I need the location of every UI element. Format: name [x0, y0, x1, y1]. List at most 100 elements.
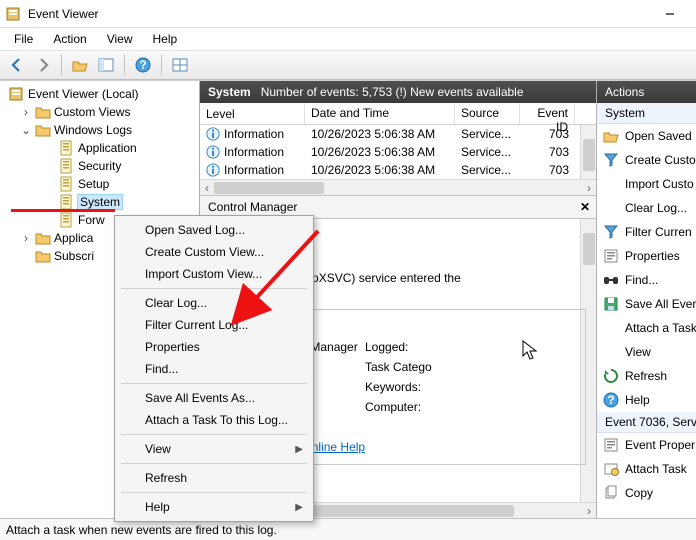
grid-row[interactable]: Information 10/26/2023 5:06:38 AM Servic…: [200, 125, 596, 143]
info-icon: [206, 127, 220, 141]
event-count: Number of events: 5,753 (!) New events a…: [261, 85, 524, 99]
log-icon: [59, 176, 75, 192]
tree-security[interactable]: Security: [2, 157, 197, 175]
help-button[interactable]: [132, 54, 154, 76]
col-source[interactable]: Source: [455, 103, 520, 124]
log-icon: [59, 140, 75, 156]
expand-icon[interactable]: ›: [20, 105, 32, 119]
actions-section-system: System: [597, 103, 696, 124]
statusbar: Attach a task when new events are fired …: [0, 518, 696, 540]
menu-help[interactable]: Help: [143, 30, 188, 48]
annotation-underline: [11, 209, 115, 212]
tree-setup[interactable]: Setup: [2, 175, 197, 193]
ctx-save-all[interactable]: Save All Events As...: [117, 387, 311, 409]
action-attach-task[interactable]: Attach a Task: [597, 316, 696, 340]
menu-view[interactable]: View: [97, 30, 143, 48]
actions-title: Actions: [597, 81, 696, 103]
ctx-clear-log[interactable]: Clear Log...: [117, 292, 311, 314]
help-icon: [603, 392, 619, 408]
grid-row[interactable]: Information 10/26/2023 5:06:38 AM Servic…: [200, 143, 596, 161]
action-refresh[interactable]: Refresh: [597, 364, 696, 388]
info-icon: [206, 145, 220, 159]
chevron-right-icon: ▶: [295, 444, 303, 455]
status-text: Attach a task when new events are fired …: [6, 523, 277, 537]
open-button[interactable]: [69, 54, 91, 76]
action-save-all[interactable]: Save All Ever: [597, 292, 696, 316]
menubar: File Action View Help: [0, 28, 696, 50]
actions-section-event: Event 7036, Servic: [597, 412, 696, 433]
folder-icon: [35, 104, 51, 120]
expand-icon[interactable]: ›: [20, 231, 32, 245]
action-event-copy[interactable]: Copy: [597, 481, 696, 505]
tree-custom-views[interactable]: › Custom Views: [2, 103, 197, 121]
log-icon: [59, 194, 75, 210]
action-find[interactable]: Find...: [597, 268, 696, 292]
tree-application[interactable]: Application: [2, 139, 197, 157]
ctx-refresh[interactable]: Refresh: [117, 467, 311, 489]
tree-root[interactable]: Event Viewer (Local): [2, 85, 197, 103]
grid-row[interactable]: Information 10/26/2023 5:06:38 AM Servic…: [200, 161, 596, 179]
action-import-custom[interactable]: Import Custo: [597, 172, 696, 196]
action-help[interactable]: Help: [597, 388, 696, 412]
eventviewer-icon: [9, 86, 25, 102]
save-icon: [603, 296, 619, 312]
action-event-properties[interactable]: Event Proper: [597, 433, 696, 457]
close-detail-button[interactable]: ✕: [580, 200, 590, 214]
action-create-custom[interactable]: Create Custo: [597, 148, 696, 172]
action-properties[interactable]: Properties: [597, 244, 696, 268]
funnel-icon: [603, 152, 619, 168]
ctx-help[interactable]: Help▶: [117, 496, 311, 518]
ctx-view[interactable]: View▶: [117, 438, 311, 460]
window-title: Event Viewer: [28, 7, 98, 21]
ctx-create-custom[interactable]: Create Custom View...: [117, 241, 311, 263]
action-open-saved[interactable]: Open Saved: [597, 124, 696, 148]
folder-icon: [35, 122, 51, 138]
chevron-right-icon: ▶: [295, 502, 303, 513]
app-icon: [6, 6, 22, 22]
properties-icon: [603, 437, 619, 453]
collapse-icon[interactable]: ⌄: [20, 123, 32, 137]
action-filter-log[interactable]: Filter Curren: [597, 220, 696, 244]
ctx-filter-log[interactable]: Filter Current Log...: [117, 314, 311, 336]
center-header: System Number of events: 5,753 (!) New e…: [200, 81, 596, 103]
ctx-properties[interactable]: Properties: [117, 336, 311, 358]
ctx-attach-task[interactable]: Attach a Task To this Log...: [117, 409, 311, 431]
funnel-icon: [603, 224, 619, 240]
context-menu: Open Saved Log... Create Custom View... …: [114, 215, 314, 522]
folder-open-icon: [603, 128, 619, 144]
info-icon: [206, 163, 220, 177]
vertical-scrollbar[interactable]: [580, 125, 596, 179]
ctx-open-saved[interactable]: Open Saved Log...: [117, 219, 311, 241]
tree-windows-logs[interactable]: ⌄ Windows Logs: [2, 121, 197, 139]
col-level[interactable]: Level: [200, 103, 305, 124]
refresh-icon: [603, 368, 619, 384]
ctx-import-custom[interactable]: Import Custom View...: [117, 263, 311, 285]
binoculars-icon: [603, 272, 619, 288]
log-icon: [59, 212, 75, 228]
log-icon: [59, 158, 75, 174]
menu-file[interactable]: File: [4, 30, 43, 48]
ctx-find[interactable]: Find...: [117, 358, 311, 380]
layout-button[interactable]: [95, 54, 117, 76]
minimize-button[interactable]: [650, 2, 690, 26]
action-event-attach-task[interactable]: Attach Task: [597, 457, 696, 481]
forward-button[interactable]: [32, 54, 54, 76]
actions-pane: Actions System Open Saved Create Custo I…: [596, 81, 696, 518]
action-clear-log[interactable]: Clear Log...: [597, 196, 696, 220]
grid-header: Level Date and Time Source Event ID: [200, 103, 596, 125]
action-view[interactable]: View: [597, 340, 696, 364]
log-name: System: [208, 85, 251, 99]
folder-icon: [35, 230, 51, 246]
titlebar: Event Viewer: [0, 0, 696, 28]
task-icon: [603, 461, 619, 477]
copy-icon: [603, 485, 619, 501]
col-eventid[interactable]: Event ID: [520, 103, 575, 124]
horizontal-scrollbar[interactable]: ‹›: [200, 179, 596, 195]
grid-body: Information 10/26/2023 5:06:38 AM Servic…: [200, 125, 596, 179]
panes-button[interactable]: [169, 54, 191, 76]
toolbar: [0, 50, 696, 80]
back-button[interactable]: [6, 54, 28, 76]
properties-icon: [603, 248, 619, 264]
menu-action[interactable]: Action: [43, 30, 96, 48]
col-date[interactable]: Date and Time: [305, 103, 455, 124]
